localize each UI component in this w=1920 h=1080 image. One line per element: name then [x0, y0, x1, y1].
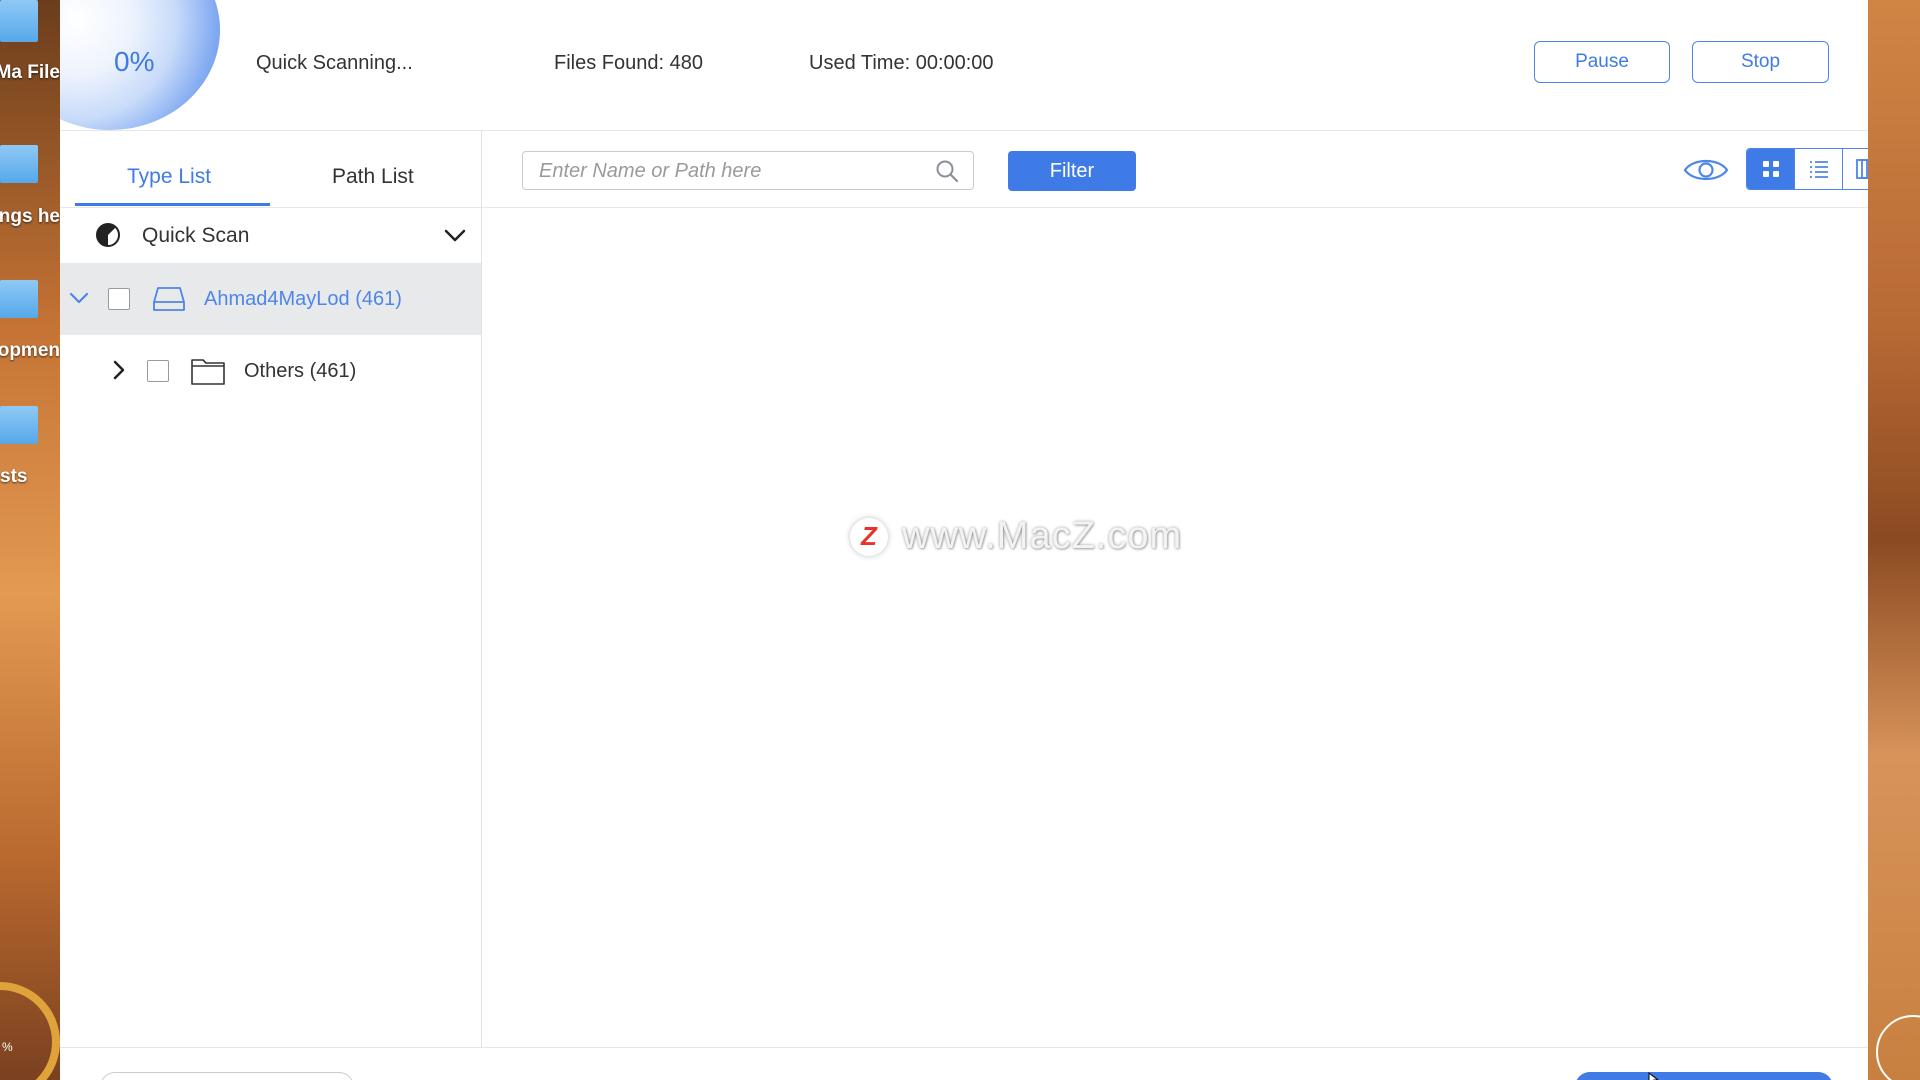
stop-button[interactable]: Stop — [1692, 41, 1829, 83]
toolbar: Filter — [482, 131, 1868, 208]
tab-path-list[interactable]: Path List — [332, 165, 414, 189]
active-tab-indicator — [75, 203, 270, 206]
half-circle-icon — [96, 223, 120, 247]
desktop-folder-icon[interactable] — [0, 280, 38, 318]
sidebar-tabs: Type List Path List — [60, 131, 481, 208]
drive-label: Ahmad4MayLod (461) — [204, 288, 402, 310]
used-time-readout: Used Time: 00:00:00 — [809, 52, 994, 74]
desktop-folder-icon[interactable] — [0, 406, 38, 444]
drive-checkbox[interactable] — [108, 288, 130, 310]
footer-bar — [60, 1047, 1868, 1080]
chevron-down-icon[interactable] — [68, 287, 90, 309]
others-label: Others (461) — [244, 360, 357, 382]
desktop-icon-label: sts — [0, 466, 28, 487]
list-view-button[interactable] — [1794, 149, 1841, 189]
scan-status-text: Quick Scanning... — [256, 52, 413, 74]
scan-mode-label: Quick Scan — [142, 224, 250, 247]
folder-icon — [191, 359, 225, 385]
column-view-button[interactable] — [1841, 149, 1868, 189]
pause-button[interactable]: Pause — [1534, 41, 1670, 83]
desktop-widget-ring — [0, 982, 60, 1080]
drive-icon — [153, 287, 185, 311]
footer-secondary-button[interactable] — [100, 1072, 354, 1080]
eye-icon[interactable] — [1682, 153, 1730, 187]
desktop-folder-icon[interactable] — [0, 145, 38, 183]
tree-item-others[interactable]: Others (461) — [60, 335, 481, 407]
mouse-cursor-icon — [1648, 1072, 1659, 1080]
recovery-app-window: 0% Quick Scanning... Files Found: 480 Us… — [60, 0, 1868, 1080]
desktop-icon-label: ngs he — [0, 206, 60, 227]
search-input[interactable] — [537, 152, 921, 190]
scan-mode-selector[interactable]: Quick Scan — [60, 207, 481, 263]
desktop-left-strip: Ma File ngs he opmen sts % — [0, 0, 60, 1080]
tab-type-list[interactable]: Type List — [127, 165, 211, 189]
desktop-folder-icon[interactable] — [0, 0, 38, 42]
watermark-logo: Z — [850, 517, 888, 556]
tree-item-drive[interactable]: Ahmad4MayLod (461) — [60, 263, 481, 335]
progress-percent: 0% — [114, 46, 155, 77]
search-box[interactable] — [522, 151, 974, 190]
desktop-right-ring — [1876, 1015, 1920, 1080]
desktop-widget-text: % — [2, 1040, 13, 1054]
view-mode-group — [1746, 148, 1868, 190]
scan-header: 0% Quick Scanning... Files Found: 480 Us… — [60, 0, 1868, 131]
column-icon — [1855, 159, 1868, 179]
recover-button[interactable] — [1575, 1072, 1833, 1080]
main-panel: Filter — [482, 131, 1868, 1047]
chevron-right-icon[interactable] — [108, 359, 130, 381]
filter-button[interactable]: Filter — [1008, 151, 1136, 191]
chevron-down-icon[interactable] — [443, 225, 467, 245]
search-icon[interactable] — [935, 159, 959, 183]
sidebar: Type List Path List Quick Scan Ahmad4May… — [60, 131, 482, 1047]
desktop-right-strip — [1868, 0, 1920, 1080]
list-icon — [1809, 161, 1828, 178]
watermark: Z www.MacZ.com — [850, 515, 1182, 558]
grid-icon — [1762, 161, 1779, 177]
desktop-icon-label: Ma File — [0, 62, 60, 83]
others-checkbox[interactable] — [147, 360, 169, 382]
watermark-text: www.MacZ.com — [902, 515, 1183, 557]
desktop-icon-label: opmen — [0, 340, 60, 361]
files-found-count: Files Found: 480 — [554, 52, 703, 74]
grid-view-button[interactable] — [1747, 149, 1795, 189]
